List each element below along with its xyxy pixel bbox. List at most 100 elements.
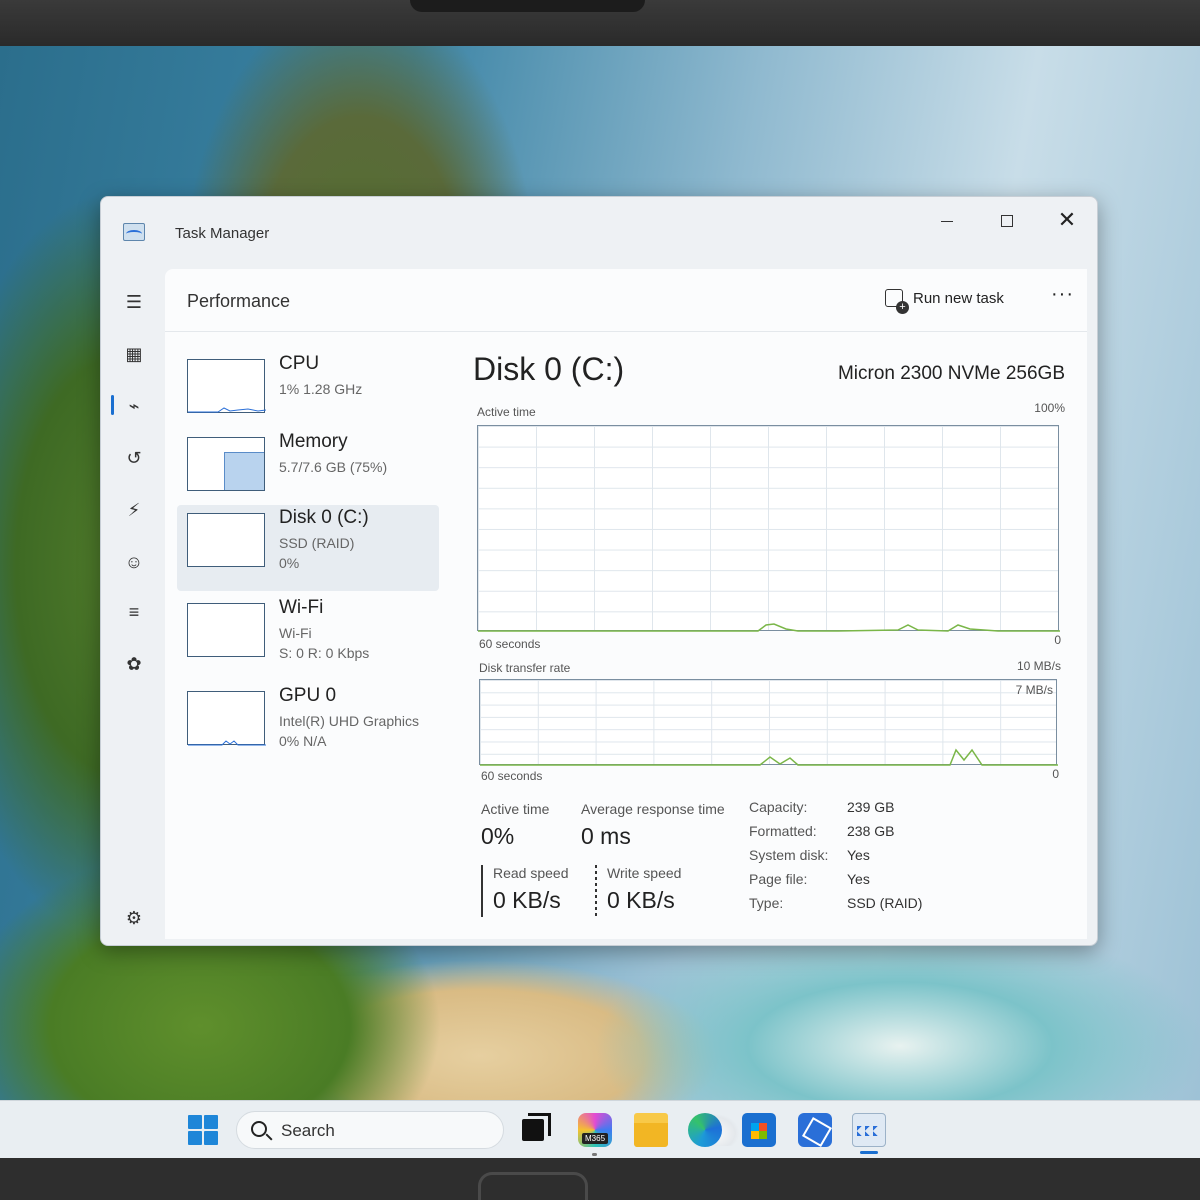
resource-item-cpu[interactable]: CPU 1% 1.28 GHz bbox=[177, 351, 439, 435]
maximize-button[interactable] bbox=[985, 203, 1029, 237]
resource-name: Wi-Fi bbox=[279, 597, 324, 618]
laptop-bezel-bottom bbox=[0, 1158, 1200, 1200]
graph1-min: 0 bbox=[1054, 633, 1061, 647]
active-app-indicator bbox=[860, 1151, 878, 1154]
services-icon[interactable]: ✿ bbox=[123, 653, 145, 675]
taskbar: Search M365 bbox=[0, 1100, 1200, 1158]
task-view-icon[interactable] bbox=[522, 1113, 551, 1141]
avg-response-label: Average response time bbox=[581, 801, 725, 817]
graph1-xlabel: 60 seconds bbox=[479, 637, 541, 651]
startup-apps-icon[interactable]: ⚡ bbox=[123, 499, 145, 521]
minimize-button[interactable] bbox=[925, 203, 969, 237]
microsoft-store-icon[interactable] bbox=[742, 1113, 776, 1147]
file-explorer-icon[interactable] bbox=[634, 1113, 668, 1147]
resource-item-memory[interactable]: Memory 5.7/7.6 GB (75%) bbox=[177, 429, 439, 513]
wifi-thumbnail-graph bbox=[187, 603, 265, 657]
resource-detail-2: S: 0 R: 0 Kbps bbox=[279, 645, 370, 661]
window-title: Task Manager bbox=[175, 225, 270, 242]
resource-name: Disk 0 (C:) bbox=[279, 507, 369, 528]
resource-item-gpu[interactable]: GPU 0 Intel(R) UHD Graphics 0% N/A bbox=[177, 683, 439, 767]
read-speed-value: 0 KB/s bbox=[493, 887, 561, 913]
cpu-thumb-line bbox=[188, 407, 267, 413]
task-manager-taskbar-icon[interactable] bbox=[852, 1113, 886, 1147]
write-speed-value: 0 KB/s bbox=[607, 887, 675, 913]
search-label: Search bbox=[281, 1121, 335, 1140]
resource-name: CPU bbox=[279, 353, 320, 374]
gpu-thumbnail-graph bbox=[187, 691, 266, 746]
transfer-rate-line bbox=[480, 748, 1058, 766]
minimize-icon bbox=[941, 220, 953, 222]
page-file-value: Yes bbox=[847, 871, 870, 887]
hamburger-menu-icon[interactable]: ☰ bbox=[123, 291, 145, 313]
capacity-label: Capacity: bbox=[749, 799, 808, 815]
active-time-value: 0% bbox=[481, 823, 515, 849]
users-icon[interactable]: ☺ bbox=[123, 551, 145, 573]
system-disk-label: System disk: bbox=[749, 847, 829, 863]
taskbar-search-box[interactable]: Search bbox=[236, 1111, 739, 1149]
transfer-rate-graph bbox=[479, 679, 1058, 766]
app-history-icon[interactable]: ↺ bbox=[123, 447, 145, 469]
resource-detail: 5.7/7.6 GB (75%) bbox=[279, 459, 388, 475]
company-portal-icon[interactable] bbox=[798, 1113, 832, 1147]
memory-usage-fill bbox=[224, 452, 264, 490]
resource-item-wifi[interactable]: Wi-Fi Wi-Fi S: 0 R: 0 Kbps bbox=[177, 595, 439, 679]
search-icon bbox=[251, 1121, 267, 1137]
processes-icon[interactable]: ▦ bbox=[123, 343, 145, 365]
webcam-notch bbox=[410, 0, 645, 12]
write-speed-label: Write speed bbox=[607, 865, 682, 881]
graph1-max: 100% bbox=[1034, 401, 1065, 415]
maximize-icon bbox=[1001, 215, 1013, 228]
run-new-task-label: Run new task bbox=[913, 289, 1004, 307]
resource-name: Memory bbox=[279, 431, 348, 452]
details-icon[interactable]: ≡ bbox=[123, 601, 145, 623]
capacity-value: 239 GB bbox=[847, 799, 895, 815]
graph1-label: Active time bbox=[477, 405, 536, 419]
run-task-icon bbox=[885, 289, 909, 314]
graph2-min: 0 bbox=[1052, 767, 1059, 781]
memory-thumbnail-graph bbox=[187, 437, 265, 491]
disk-model: Micron 2300 NVMe 256GB bbox=[837, 363, 1065, 384]
resource-name: GPU 0 bbox=[279, 685, 337, 706]
resource-detail-2: 0% bbox=[279, 555, 300, 571]
graph2-mid: 7 MB/s bbox=[1015, 683, 1053, 697]
resource-detail: Intel(R) UHD Graphics bbox=[279, 713, 420, 729]
resource-detail: Wi-Fi bbox=[279, 625, 312, 641]
resource-detail: 1% 1.28 GHz bbox=[279, 381, 363, 397]
read-speed-marker bbox=[481, 865, 483, 917]
active-time-graph bbox=[477, 425, 1060, 632]
m365-badge: M365 bbox=[582, 1133, 609, 1144]
active-time-line bbox=[478, 623, 1060, 632]
edge-browser-icon[interactable] bbox=[688, 1113, 722, 1147]
type-label: Type: bbox=[749, 895, 784, 911]
type-value: SSD (RAID) bbox=[847, 895, 923, 911]
resource-detail: SSD (RAID) bbox=[279, 535, 355, 551]
disk-title: Disk 0 (C:) bbox=[473, 351, 625, 387]
graph2-xlabel: 60 seconds bbox=[481, 769, 543, 783]
nav-active-indicator bbox=[111, 395, 114, 415]
more-options-button[interactable]: ··· bbox=[1051, 283, 1074, 306]
page-file-label: Page file: bbox=[749, 871, 808, 887]
formatted-label: Formatted: bbox=[749, 823, 817, 839]
page-title: Performance bbox=[187, 291, 291, 311]
run-new-task-button[interactable]: Run new task bbox=[885, 283, 1004, 314]
performance-icon[interactable]: ⌁ bbox=[123, 395, 145, 417]
graph2-max: 10 MB/s bbox=[1016, 659, 1061, 673]
disk-thumbnail-graph bbox=[187, 513, 265, 567]
avg-response-value: 0 ms bbox=[581, 823, 631, 849]
write-speed-marker bbox=[595, 865, 597, 917]
formatted-value: 238 GB bbox=[847, 823, 895, 839]
resource-detail-2: 0% N/A bbox=[279, 733, 327, 749]
close-button[interactable]: ✕ bbox=[1045, 203, 1089, 237]
start-button-icon[interactable] bbox=[188, 1115, 218, 1145]
graph2-label: Disk transfer rate bbox=[479, 661, 571, 675]
laptop-bezel-top bbox=[0, 0, 1200, 46]
close-icon: ✕ bbox=[1057, 207, 1077, 232]
cpu-thumbnail-graph bbox=[187, 359, 267, 413]
resource-item-disk[interactable]: Disk 0 (C:) SSD (RAID) 0% bbox=[177, 505, 439, 591]
settings-gear-icon[interactable]: ⚙ bbox=[123, 907, 145, 929]
running-indicator bbox=[592, 1153, 597, 1156]
system-disk-value: Yes bbox=[847, 847, 870, 863]
content-panel: Performance Run new task ··· CPU 1% 1.28… bbox=[165, 269, 1087, 939]
read-speed-label: Read speed bbox=[493, 865, 569, 881]
active-time-label: Active time bbox=[481, 801, 550, 817]
